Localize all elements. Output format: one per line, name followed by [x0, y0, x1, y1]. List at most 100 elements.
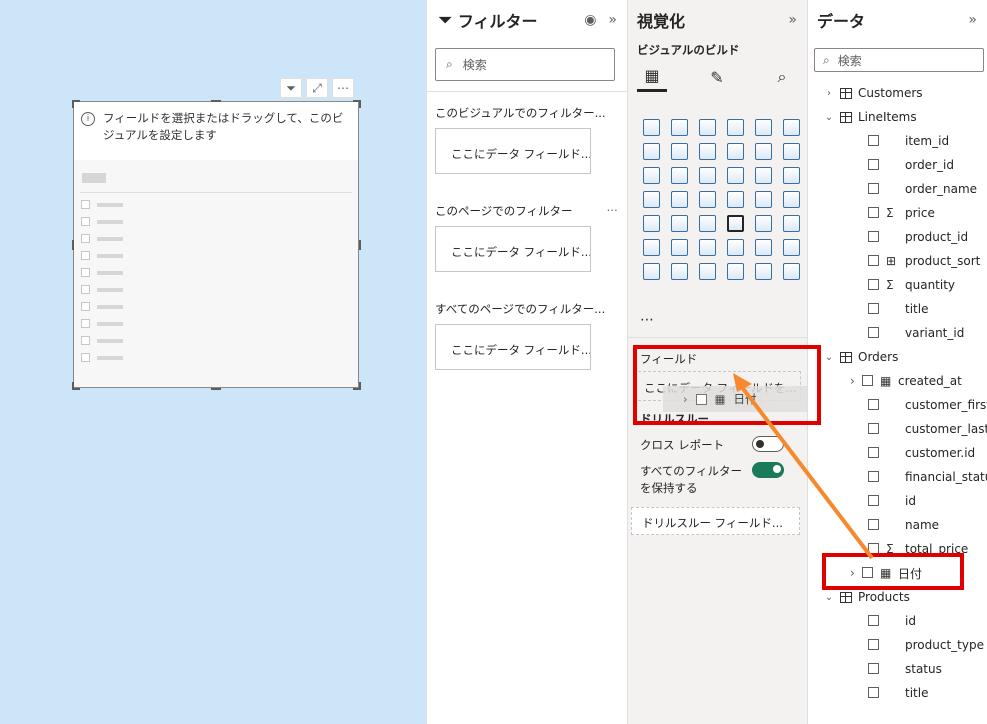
field-checkbox[interactable]: [868, 447, 879, 458]
power-apps-visual-icon[interactable]: [665, 259, 693, 283]
field-checkbox[interactable]: [862, 375, 873, 386]
chevron-right-icon[interactable]: ›: [850, 374, 855, 388]
field-checkbox[interactable]: [868, 207, 879, 218]
field-item[interactable]: name: [822, 513, 982, 537]
field-item[interactable]: Σprice: [822, 201, 982, 225]
field-item[interactable]: › ▦ created_at: [822, 369, 982, 393]
table-node-orders[interactable]: ⌄ Orders: [822, 345, 982, 369]
build-visual-tab-icon[interactable]: ▦: [637, 62, 667, 92]
100-column-visual-icon[interactable]: [777, 115, 805, 139]
goals-visual-icon[interactable]: [777, 235, 805, 259]
filters-search-input[interactable]: ⌕ 検索: [435, 48, 615, 81]
field-checkbox[interactable]: [868, 639, 879, 650]
field-item[interactable]: product_type: [822, 633, 984, 657]
field-item[interactable]: customer.id: [822, 441, 982, 465]
field-checkbox[interactable]: [868, 615, 879, 626]
stacked-column-visual-icon[interactable]: [665, 115, 693, 139]
treemap-visual-icon[interactable]: [637, 187, 665, 211]
collapse-pane-icon[interactable]: »: [968, 12, 977, 28]
custom-2-visual-icon[interactable]: [749, 259, 777, 283]
key-influencers-visual-icon[interactable]: [665, 235, 693, 259]
table-visual-icon[interactable]: [721, 211, 749, 235]
eye-icon[interactable]: ◉: [584, 12, 596, 28]
stacked-bar-visual-icon[interactable]: [637, 115, 665, 139]
chevron-right-icon[interactable]: ›: [822, 88, 836, 99]
collapse-pane-icon[interactable]: »: [788, 12, 797, 28]
map-visual-icon[interactable]: [665, 187, 693, 211]
matrix-visual-icon[interactable]: [749, 211, 777, 235]
field-checkbox[interactable]: [868, 687, 879, 698]
field-checkbox[interactable]: [868, 183, 879, 194]
field-checkbox[interactable]: [868, 231, 879, 242]
field-checkbox[interactable]: [868, 255, 879, 266]
multirow-card-visual-icon[interactable]: [637, 211, 665, 235]
python-visual-visual-icon[interactable]: [637, 235, 665, 259]
line-column-visual-icon[interactable]: [749, 139, 777, 163]
qna-visual-icon[interactable]: [721, 235, 749, 259]
drillthrough-drop-well[interactable]: ドリルスルー フィールド...: [631, 507, 800, 535]
field-checkbox[interactable]: [868, 327, 879, 338]
field-checkbox[interactable]: [868, 471, 879, 482]
chevron-down-icon[interactable]: ⌄: [822, 592, 836, 603]
data-search-input[interactable]: ⌕ 検索: [814, 48, 984, 72]
field-checkbox[interactable]: [868, 663, 879, 674]
more-visuals-icon[interactable]: ⋯: [640, 312, 654, 328]
table-visual[interactable]: i フィールドを選択またはドラッグして、このビジュアルを設定します: [73, 101, 359, 388]
field-checkbox[interactable]: [868, 303, 879, 314]
narrative-visual-icon[interactable]: [749, 235, 777, 259]
focus-mode-icon[interactable]: ⤢: [306, 78, 328, 98]
donut-visual-icon[interactable]: [777, 163, 805, 187]
field-item[interactable]: Σquantity: [822, 273, 982, 297]
power-automate-visual-icon[interactable]: [693, 259, 721, 283]
waterfall-visual-icon[interactable]: [665, 163, 693, 187]
line-clustered-visual-icon[interactable]: [777, 139, 805, 163]
visual-filters-drop-well[interactable]: ここにデータ フィールド...: [435, 128, 591, 174]
field-checkbox[interactable]: [868, 159, 879, 170]
field-item[interactable]: id: [822, 609, 982, 633]
field-checkbox[interactable]: [868, 519, 879, 530]
custom-3-visual-icon[interactable]: [777, 259, 805, 283]
all-pages-filters-drop-well[interactable]: ここにデータ フィールド...: [435, 324, 591, 370]
page-filters-drop-well[interactable]: ここにデータ フィールド...: [435, 226, 591, 272]
analytics-tab-icon[interactable]: ⌕: [767, 62, 797, 92]
funnel-visual-icon[interactable]: [693, 163, 721, 187]
field-item[interactable]: status: [822, 657, 982, 681]
filled-map-visual-icon[interactable]: [693, 187, 721, 211]
field-checkbox[interactable]: [868, 423, 879, 434]
field-checkbox[interactable]: [868, 495, 879, 506]
custom-1-visual-icon[interactable]: [721, 259, 749, 283]
field-item[interactable]: order_name: [822, 177, 982, 201]
stacked-area-visual-icon[interactable]: [693, 139, 721, 163]
cross-report-toggle[interactable]: [752, 436, 784, 452]
gauge-visual-icon[interactable]: [749, 187, 777, 211]
field-item[interactable]: item_id: [822, 129, 982, 153]
table-node-customers[interactable]: › Customers: [822, 81, 982, 105]
format-visual-tab-icon[interactable]: ✎: [702, 62, 732, 92]
filter-icon[interactable]: ⏷: [280, 78, 302, 98]
kpi-visual-icon[interactable]: [665, 211, 693, 235]
field-item[interactable]: customer_first_...: [822, 393, 987, 417]
pie-visual-icon[interactable]: [749, 163, 777, 187]
clustered-bar-visual-icon[interactable]: [693, 115, 721, 139]
r-visual-visual-icon[interactable]: [777, 211, 805, 235]
table-node-lineitems[interactable]: ⌄ LineItems: [822, 105, 982, 129]
field-checkbox[interactable]: [868, 279, 879, 290]
paginated-visual-icon[interactable]: [637, 259, 665, 283]
decomposition-tree-visual-icon[interactable]: [693, 235, 721, 259]
clustered-column-visual-icon[interactable]: [721, 115, 749, 139]
field-item[interactable]: ⊞ product_sort: [822, 249, 982, 273]
scatter-visual-icon[interactable]: [721, 163, 749, 187]
azure-map-visual-icon[interactable]: [721, 187, 749, 211]
field-item[interactable]: variant_id: [822, 321, 982, 345]
slicer-visual-icon[interactable]: [693, 211, 721, 235]
line-visual-icon[interactable]: [637, 139, 665, 163]
field-item[interactable]: financial_status: [822, 465, 987, 489]
chevron-down-icon[interactable]: ⌄: [822, 112, 836, 123]
field-item[interactable]: customer_last_...: [822, 417, 987, 441]
more-options-icon[interactable]: ⋯: [332, 78, 354, 98]
ribbon-visual-icon[interactable]: [637, 163, 665, 187]
field-item[interactable]: title: [822, 297, 982, 321]
field-item[interactable]: order_id: [822, 153, 982, 177]
keep-filters-toggle[interactable]: [752, 462, 784, 478]
field-checkbox[interactable]: [868, 135, 879, 146]
